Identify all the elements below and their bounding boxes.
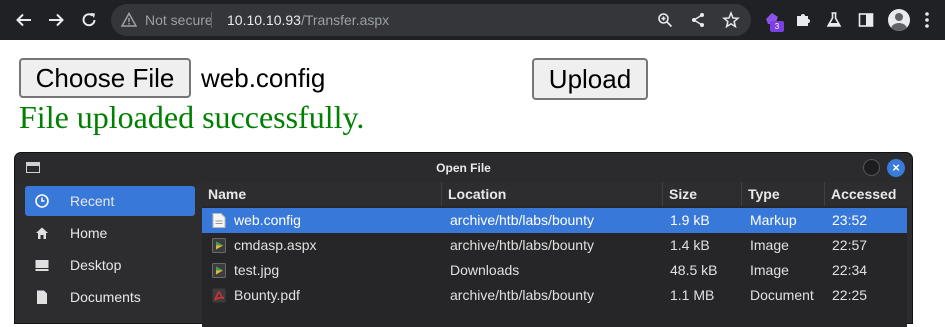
file-accessed: 22:57 — [832, 237, 868, 253]
file-row[interactable]: Bounty.pdf archive/htb/labs/bounty 1.1 M… — [202, 283, 907, 308]
file-accessed: 23:52 — [832, 212, 868, 228]
url-text[interactable]: 10.10.10.93/Transfer.aspx — [227, 4, 389, 36]
flask-icon[interactable] — [822, 8, 846, 32]
sidebar-item-desktop[interactable]: Desktop — [25, 250, 195, 280]
document-icon — [37, 290, 47, 304]
column-header-accessed[interactable]: Accessed — [825, 182, 907, 206]
file-size: 1.4 kB — [670, 237, 710, 253]
zoom-icon[interactable] — [657, 12, 673, 28]
sidebar-item-label: Recent — [70, 193, 115, 209]
extension-badge: 3 — [770, 21, 784, 32]
more-menu-icon[interactable] — [915, 8, 939, 32]
file-row[interactable]: cmdasp.aspx archive/htb/labs/bounty 1.4 … — [202, 233, 907, 258]
open-file-dialog: Open File × Recent Home Desktop Document… — [15, 153, 912, 327]
url-path: /Transfer.aspx — [300, 12, 390, 28]
upload-button[interactable]: Upload — [532, 58, 648, 100]
minimize-button[interactable] — [863, 159, 880, 176]
extensions-puzzle-icon[interactable] — [791, 8, 815, 32]
image-file-icon — [212, 238, 226, 253]
column-header-name[interactable]: Name — [202, 182, 442, 206]
security-label[interactable]: Not secure — [145, 4, 213, 36]
choose-file-button[interactable]: Choose File — [19, 58, 191, 98]
sidebar-item-home[interactable]: Home — [25, 218, 195, 248]
places-sidebar: Recent Home Desktop Documents — [25, 185, 197, 325]
text-file-icon — [212, 213, 226, 228]
side-panel-icon[interactable] — [854, 8, 878, 32]
file-size: 1.1 MB — [670, 287, 715, 303]
file-location: archive/htb/labs/bounty — [450, 287, 594, 303]
file-location: archive/htb/labs/bounty — [450, 237, 594, 253]
file-size: 1.9 kB — [670, 212, 710, 228]
sidebar-item-label: Home — [70, 225, 108, 241]
selected-file-name: web.config — [201, 63, 326, 93]
file-name: web.config — [234, 212, 301, 228]
dialog-titlebar[interactable]: Open File × — [15, 153, 912, 183]
file-location: Downloads — [450, 262, 520, 278]
sidebar-item-label: Desktop — [70, 257, 122, 273]
file-row[interactable]: test.jpg Downloads 48.5 kB Image 22:34 — [202, 258, 907, 283]
sidebar-item-recent[interactable]: Recent — [25, 186, 195, 216]
file-name: test.jpg — [234, 262, 280, 278]
forward-arrow-icon[interactable] — [44, 8, 68, 32]
file-list: Name Location Size Type Accessed web.con… — [202, 182, 907, 327]
file-size: 48.5 kB — [670, 262, 718, 278]
file-location: archive/htb/labs/bounty — [450, 212, 594, 228]
pdf-file-icon — [212, 288, 226, 303]
file-type: Image — [750, 262, 789, 278]
warning-icon[interactable] — [121, 12, 137, 28]
home-icon — [36, 227, 48, 239]
column-header-location[interactable]: Location — [442, 182, 663, 206]
address-bar[interactable]: Not secure 10.10.10.93/Transfer.aspx — [111, 4, 751, 36]
dialog-title: Open File — [436, 161, 491, 175]
file-row[interactable]: web.config archive/htb/labs/bounty 1.9 k… — [202, 208, 907, 233]
reload-icon[interactable] — [77, 8, 101, 32]
omnibox-divider — [211, 12, 212, 28]
file-accessed: 22:34 — [832, 262, 868, 278]
close-button[interactable]: × — [887, 159, 905, 177]
upload-success-message: File uploaded successfully. — [19, 99, 365, 135]
bookmark-star-icon[interactable] — [722, 11, 740, 29]
browser-toolbar: Not secure 10.10.10.93/Transfer.aspx 3 — [0, 0, 945, 40]
file-type: Markup — [750, 212, 797, 228]
back-arrow-icon[interactable] — [12, 8, 36, 32]
file-type: Image — [750, 237, 789, 253]
file-type: Document — [750, 287, 814, 303]
file-accessed: 22:25 — [832, 287, 868, 303]
desktop-icon — [35, 260, 49, 271]
share-icon[interactable] — [690, 12, 706, 28]
file-name: Bounty.pdf — [234, 287, 300, 303]
image-file-icon — [212, 263, 226, 278]
clock-icon — [35, 194, 49, 208]
column-header-size[interactable]: Size — [663, 182, 742, 206]
file-name: cmdasp.aspx — [234, 237, 317, 253]
url-host: 10.10.10.93 — [227, 12, 301, 28]
profile-avatar-icon[interactable] — [888, 9, 910, 31]
column-header-type[interactable]: Type — [742, 182, 825, 206]
